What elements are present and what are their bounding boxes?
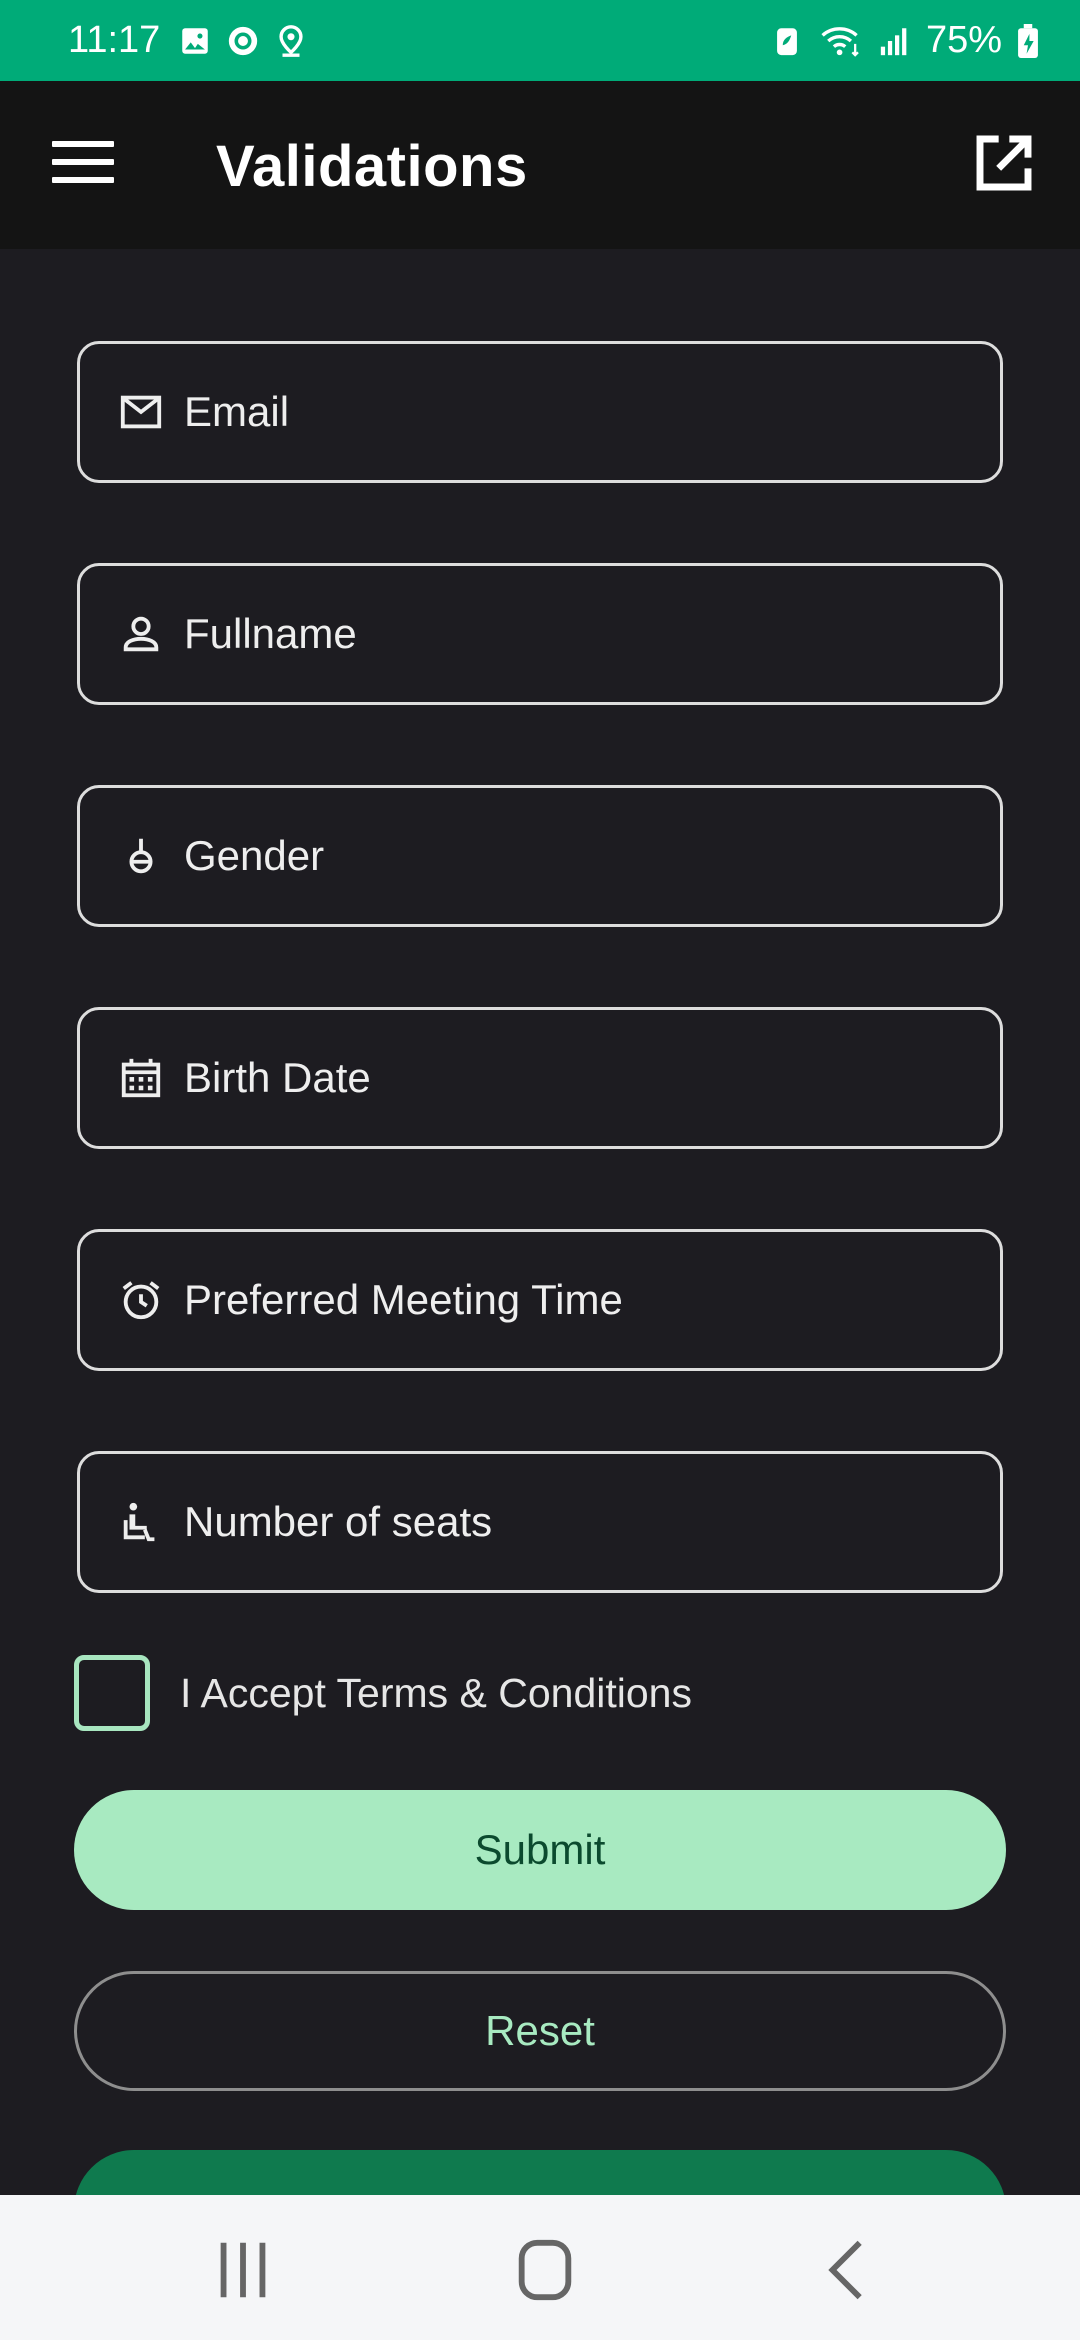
system-nav-bar [0, 2195, 1080, 2340]
birth-date-field[interactable]: Birth Date [77, 1007, 1003, 1149]
seats-field[interactable]: Number of seats [77, 1451, 1003, 1593]
alarm-icon [122, 1281, 160, 1320]
gender-field-label: Gender [184, 832, 325, 879]
seats-field-label: Number of seats [184, 1498, 493, 1545]
status-bar: 11:17 75% [0, 0, 1080, 81]
battery-saver-icon [777, 27, 797, 55]
recent-apps-icon[interactable] [203, 2235, 283, 2305]
email-field[interactable]: Email [77, 341, 1003, 483]
home-icon[interactable] [505, 2235, 585, 2305]
signal-icon [880, 27, 907, 55]
location-icon [279, 24, 303, 57]
email-field-label: Email [184, 388, 290, 435]
mail-icon [120, 395, 162, 429]
gender-field[interactable]: Gender [77, 785, 1003, 927]
open-in-new-icon[interactable] [972, 131, 1036, 195]
reset-button[interactable]: Reset [74, 1971, 1006, 2091]
battery-charging-icon [1018, 23, 1038, 58]
fullname-field-label: Fullname [184, 610, 357, 657]
fullname-field[interactable]: Fullname [77, 563, 1003, 705]
wifi-icon [821, 26, 859, 57]
terms-checkbox[interactable] [74, 1655, 150, 1731]
calendar-icon [121, 1058, 161, 1098]
terms-row[interactable]: I Accept Terms & Conditions [74, 1655, 692, 1731]
record-icon [229, 26, 258, 55]
battery-percent: 75% [925, 19, 1002, 61]
seat-icon [123, 1502, 155, 1542]
additional-button[interactable] [74, 2150, 1006, 2195]
image-icon [182, 27, 209, 54]
birth-date-field-label: Birth Date [184, 1054, 371, 1101]
status-time: 11:17 [68, 19, 161, 61]
terms-label: I Accept Terms & Conditions [180, 1669, 692, 1716]
submit-button[interactable]: Submit [74, 1790, 1006, 1910]
person-icon [123, 616, 159, 652]
form-content: Email Fullname Gender Birth Date Preferr… [0, 249, 1080, 2195]
hamburger-menu-icon[interactable] [52, 141, 114, 187]
page-title: Validations [216, 134, 528, 199]
meeting-time-field-label: Preferred Meeting Time [184, 1276, 623, 1323]
app-bar: Validations [0, 81, 1080, 249]
meeting-time-field[interactable]: Preferred Meeting Time [77, 1229, 1003, 1371]
gender-icon [129, 838, 153, 874]
back-icon[interactable] [808, 2235, 888, 2305]
